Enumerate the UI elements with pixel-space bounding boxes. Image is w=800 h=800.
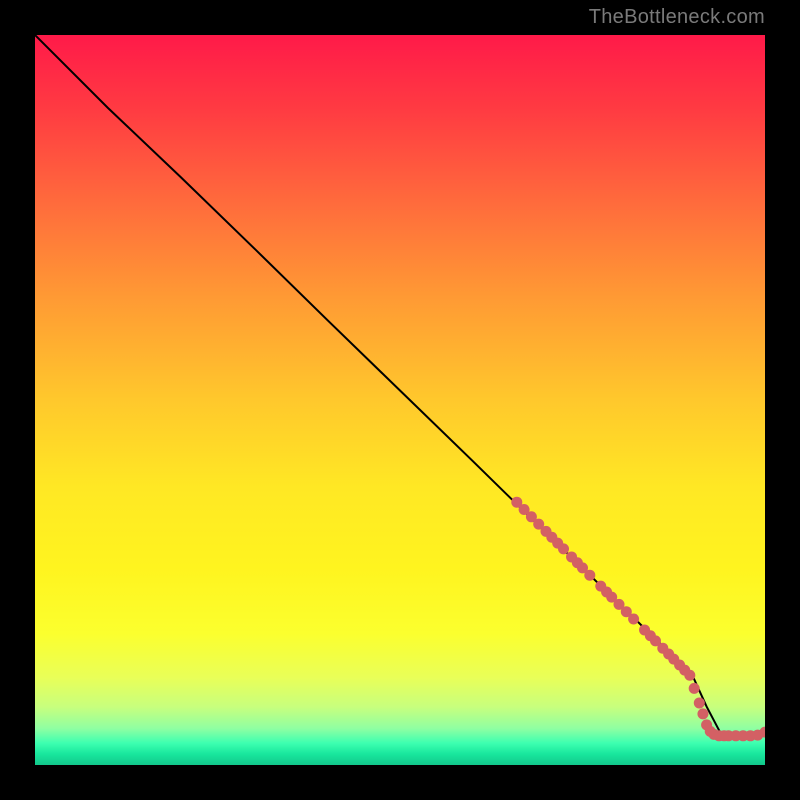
marker-group — [511, 497, 765, 742]
data-marker — [689, 683, 700, 694]
attribution-label: TheBottleneck.com — [589, 6, 765, 29]
chart-frame: TheBottleneck.com — [0, 0, 800, 800]
data-marker — [684, 670, 695, 681]
data-marker — [694, 697, 705, 708]
data-marker — [697, 708, 708, 719]
chart-overlay — [35, 35, 765, 765]
series-curve — [35, 35, 765, 736]
data-marker — [558, 543, 569, 554]
data-marker — [628, 614, 639, 625]
data-marker — [584, 570, 595, 581]
plot-area — [35, 35, 765, 765]
